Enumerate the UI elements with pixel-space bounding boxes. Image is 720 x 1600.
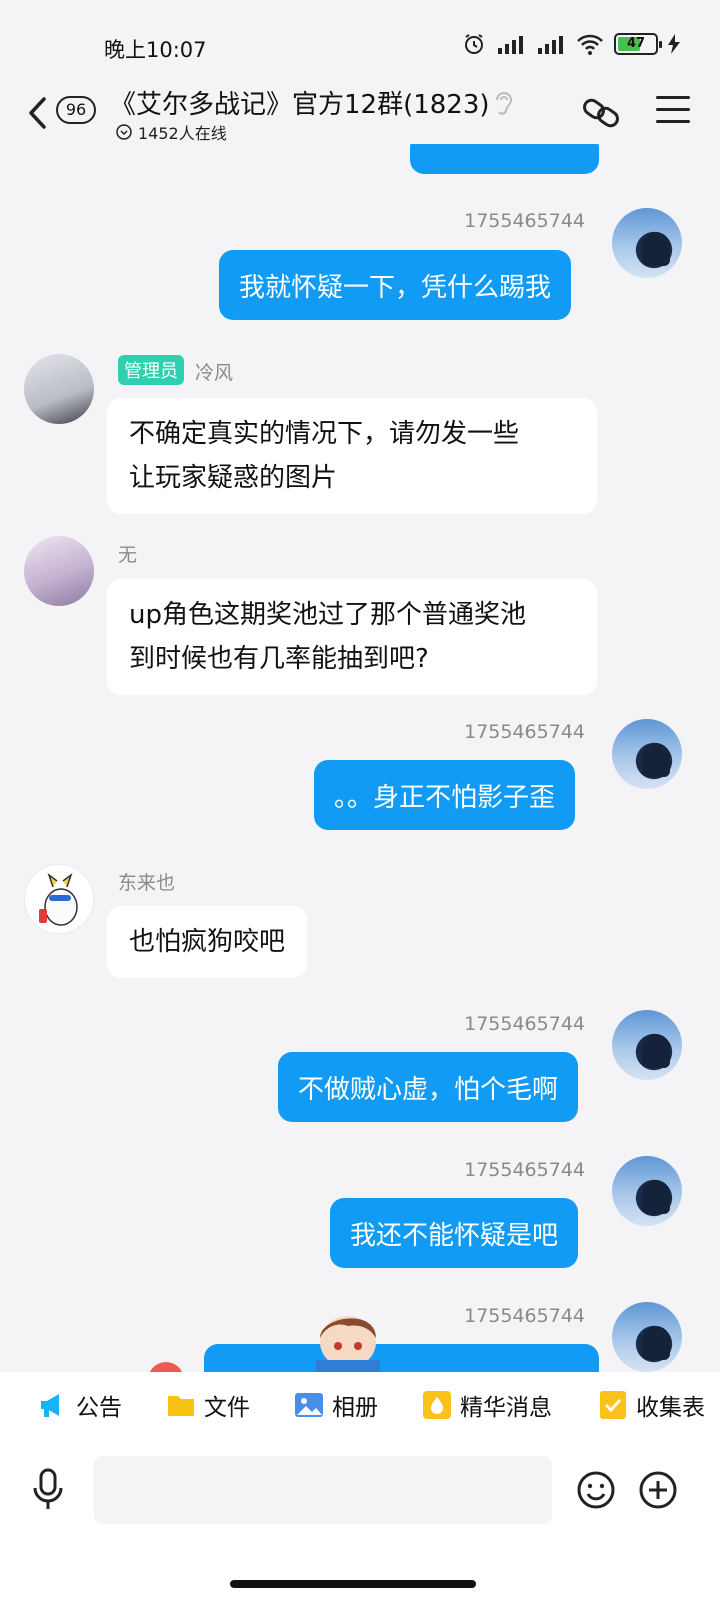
avatar-self[interactable] bbox=[612, 208, 682, 278]
menu-icon[interactable] bbox=[656, 96, 690, 124]
message-bubble[interactable]: 也怕疯狗咬吧 bbox=[107, 906, 308, 978]
message-line: 让玩家疑惑的图片 bbox=[129, 463, 338, 493]
toolbar-album[interactable]: 相册 bbox=[294, 1388, 378, 1422]
admin-tag: 管理员 bbox=[118, 355, 184, 385]
folder-icon bbox=[168, 1396, 194, 1416]
online-count: 1452人在线 bbox=[138, 124, 227, 143]
avatar-self[interactable] bbox=[612, 719, 682, 789]
back-icon[interactable] bbox=[26, 96, 50, 130]
toolbar-label: 收集表 bbox=[636, 1395, 705, 1421]
sender-name: 无 bbox=[118, 544, 138, 566]
megaphone-icon bbox=[41, 1394, 59, 1417]
avatar-donglaiye[interactable] bbox=[24, 864, 94, 934]
toolbar-form[interactable]: 收集表 bbox=[598, 1388, 705, 1422]
link-icon[interactable] bbox=[580, 92, 622, 134]
input-bar bbox=[0, 1438, 720, 1600]
sender-id: 1755465744 bbox=[464, 1305, 585, 1327]
toolbar-announcement[interactable]: 公告 bbox=[38, 1388, 122, 1422]
battery-level: 47 bbox=[626, 36, 646, 51]
message-bubble[interactable]: 不做贼心虚，怕个毛啊 bbox=[278, 1052, 579, 1122]
message-line: 到时候也有几率能抽到吧? bbox=[129, 644, 429, 674]
avatar-self[interactable] bbox=[612, 1010, 682, 1080]
avatar-wu[interactable] bbox=[24, 536, 94, 606]
avatar-self[interactable] bbox=[612, 1302, 682, 1372]
message-bubble[interactable]: up角色这期奖池过了那个普通奖池 到时候也有几率能抽到吧? bbox=[107, 579, 597, 695]
photo-icon bbox=[295, 1393, 323, 1417]
status-time: 晚上10:07 bbox=[104, 38, 207, 62]
mic-icon[interactable] bbox=[30, 1468, 66, 1512]
message-bubble-partial[interactable] bbox=[204, 1344, 599, 1372]
sender-id: 1755465744 bbox=[464, 1013, 585, 1035]
avatar-self[interactable] bbox=[612, 1156, 682, 1226]
sender-id: 1755465744 bbox=[464, 1159, 585, 1181]
unread-count-badge[interactable]: 96 bbox=[56, 96, 96, 124]
avatar-lengfeng[interactable] bbox=[24, 354, 94, 424]
status-bar: 晚上10:07 47 bbox=[0, 0, 720, 90]
message-line: up角色这期奖池过了那个普通奖池 bbox=[129, 600, 526, 630]
message-list[interactable]: 1755465744 我就怀疑一下，凭什么踢我 管理员 冷风 不确定真实的情况下… bbox=[0, 144, 720, 1372]
red-indicator bbox=[148, 1362, 184, 1372]
toolbar-essence[interactable]: 精华消息 bbox=[422, 1388, 552, 1422]
essence-icon bbox=[423, 1391, 451, 1419]
toolbar-label: 公告 bbox=[76, 1395, 122, 1421]
alarm-icon bbox=[465, 34, 483, 54]
message-bubble[interactable]: 我还不能怀疑是吧 bbox=[330, 1198, 579, 1268]
home-indicator[interactable] bbox=[230, 1580, 476, 1588]
emoji-icon[interactable] bbox=[576, 1470, 616, 1510]
character-sticker bbox=[316, 1316, 380, 1372]
feature-toolbar: 公告 文件 相册 精华消息 收集表 bbox=[0, 1372, 720, 1438]
form-icon bbox=[600, 1391, 626, 1419]
sender-name: 东来也 bbox=[118, 872, 176, 894]
toolbar-label: 相册 bbox=[332, 1395, 378, 1421]
message-bubble-partial[interactable] bbox=[410, 144, 599, 174]
status-icons: 47 bbox=[462, 32, 680, 56]
online-status[interactable]: 1452人在线 bbox=[116, 120, 227, 144]
message-bubble[interactable]: 。。身正不怕影子歪 bbox=[314, 760, 576, 830]
toolbar-files[interactable]: 文件 bbox=[166, 1388, 250, 1422]
message-bubble[interactable]: 不确定真实的情况下，请勿发一些 让玩家疑惑的图片 bbox=[107, 398, 597, 514]
sender-id: 1755465744 bbox=[464, 210, 585, 232]
signal-icon bbox=[498, 36, 523, 54]
toolbar-label: 精华消息 bbox=[460, 1395, 552, 1421]
message-input[interactable] bbox=[94, 1456, 552, 1524]
charging-icon bbox=[668, 34, 680, 54]
message-bubble[interactable]: 我就怀疑一下，凭什么踢我 bbox=[219, 250, 572, 320]
sender-id: 1755465744 bbox=[464, 721, 585, 743]
battery-icon: 47 bbox=[614, 33, 662, 55]
chevron-down-circle-icon bbox=[116, 124, 132, 140]
signal-icon-2 bbox=[538, 36, 563, 54]
group-title[interactable]: 《艾尔多战记》官方12群(1823) bbox=[110, 84, 490, 121]
toolbar-label: 文件 bbox=[204, 1395, 250, 1421]
sender-name: 冷风 bbox=[195, 362, 234, 384]
chat-header: 96 《艾尔多战记》官方12群(1823) 1452人在线 bbox=[0, 80, 720, 144]
wifi-icon bbox=[577, 34, 603, 55]
message-line: 不确定真实的情况下，请勿发一些 bbox=[129, 419, 520, 449]
plus-icon[interactable] bbox=[638, 1470, 678, 1510]
cartoon-avatar-image bbox=[39, 872, 78, 926]
ear-icon bbox=[496, 92, 513, 115]
